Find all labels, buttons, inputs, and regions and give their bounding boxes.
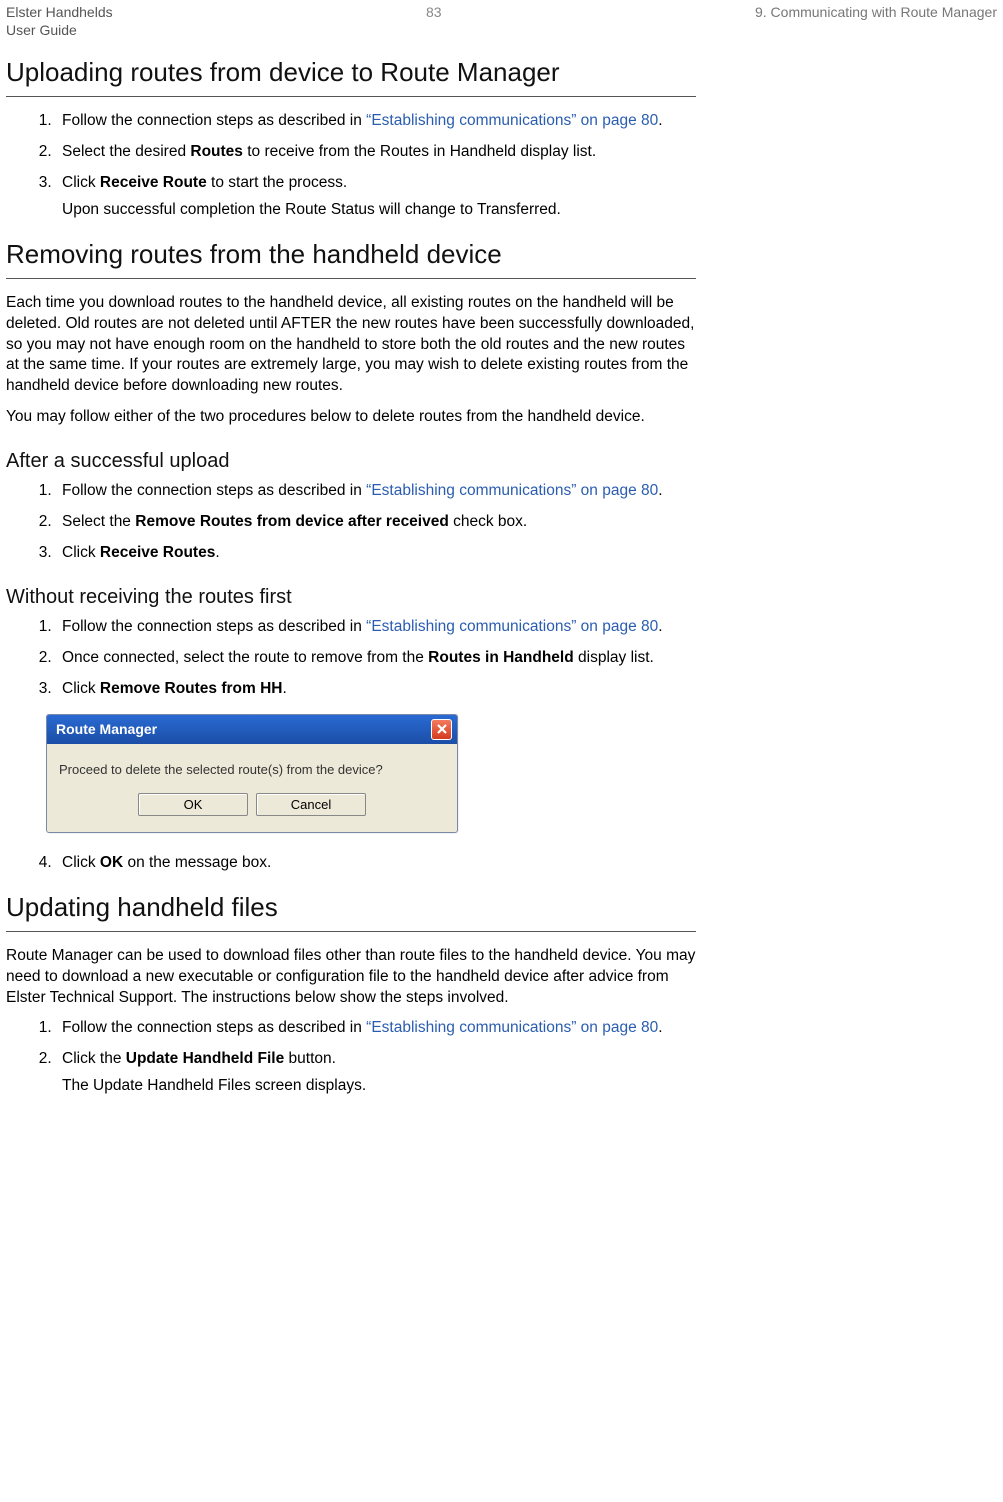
list-item: Click Remove Routes from HH. <box>56 679 696 700</box>
text: on the message box. <box>123 854 271 871</box>
text: . <box>658 618 662 635</box>
subsection-after-upload: After a successful upload <box>6 450 696 473</box>
bold-text: Routes in Handheld <box>428 649 574 666</box>
doc-title-1: Elster Handhelds <box>6 4 113 22</box>
close-button[interactable] <box>431 719 452 740</box>
list-item: Click Receive Routes. <box>56 543 696 564</box>
text: Follow the connection steps as described… <box>62 1019 366 1036</box>
section-title-uploading: Uploading routes from device to Route Ma… <box>6 57 696 88</box>
subsection-without-receiving: Without receiving the routes first <box>6 586 696 609</box>
list-item: Follow the connection steps as described… <box>56 1018 696 1039</box>
bold-text: Receive Routes <box>100 544 215 561</box>
doc-title-2: User Guide <box>6 22 113 40</box>
text: Click <box>62 854 100 871</box>
text: . <box>658 482 662 499</box>
text: Click the <box>62 1050 126 1067</box>
list-item: Click the Update Handheld File button. T… <box>56 1049 696 1097</box>
text: check box. <box>449 513 527 530</box>
list-item: Click Receive Route to start the process… <box>56 173 696 221</box>
text: Select the desired <box>62 143 190 160</box>
after-upload-steps: Follow the connection steps as described… <box>6 481 696 564</box>
list-item: Click OK on the message box. <box>56 853 696 874</box>
bold-text: Remove Routes from device after received <box>135 513 449 530</box>
chapter-title: 9. Communicating with Route Manager <box>755 4 997 20</box>
text: button. <box>284 1050 336 1067</box>
header-left: Elster Handhelds User Guide <box>6 4 113 39</box>
paragraph: Each time you download routes to the han… <box>6 293 696 398</box>
ok-button[interactable]: OK <box>138 793 248 816</box>
bold-text: Routes <box>190 143 243 160</box>
rule <box>6 96 696 97</box>
list-item: Select the desired Routes to receive fro… <box>56 142 696 163</box>
text: Select the <box>62 513 135 530</box>
text: Click <box>62 680 100 697</box>
xref-link[interactable]: “Establishing communications” on page 80 <box>366 1019 658 1036</box>
section-title-removing: Removing routes from the handheld device <box>6 239 696 270</box>
rule <box>6 278 696 279</box>
dialog-message: Proceed to delete the selected route(s) … <box>47 744 457 785</box>
text: Click <box>62 544 100 561</box>
paragraph: Route Manager can be used to download fi… <box>6 946 696 1009</box>
text: display list. <box>574 649 654 666</box>
page-header: Elster Handhelds User Guide 83 9. Commun… <box>6 4 997 39</box>
sub-paragraph: Upon successful completion the Route Sta… <box>62 200 696 221</box>
list-item: Select the Remove Routes from device aft… <box>56 512 696 533</box>
rule <box>6 931 696 932</box>
xref-link[interactable]: “Establishing communications” on page 80 <box>366 482 658 499</box>
without-receiving-steps-cont: Click OK on the message box. <box>6 853 696 874</box>
text: Click <box>62 174 100 191</box>
dialog-route-manager: Route Manager Proceed to delete the sele… <box>46 714 458 833</box>
cancel-button[interactable]: Cancel <box>256 793 366 816</box>
paragraph: You may follow either of the two procedu… <box>6 407 696 428</box>
text: to receive from the Routes in Handheld d… <box>243 143 596 160</box>
list-item: Follow the connection steps as described… <box>56 481 696 502</box>
text: Follow the connection steps as described… <box>62 482 366 499</box>
text: Follow the connection steps as described… <box>62 618 366 635</box>
uploading-steps: Follow the connection steps as described… <box>6 111 696 221</box>
dialog-button-row: OK Cancel <box>47 785 457 832</box>
page-number: 83 <box>426 4 442 20</box>
list-item: Follow the connection steps as described… <box>56 111 696 132</box>
bold-text: Update Handheld File <box>126 1050 284 1067</box>
text: to start the process. <box>207 174 347 191</box>
xref-link[interactable]: “Establishing communications” on page 80 <box>366 618 658 635</box>
text: . <box>658 112 662 129</box>
text: . <box>658 1019 662 1036</box>
text: . <box>215 544 219 561</box>
bold-text: Remove Routes from HH <box>100 680 283 697</box>
text: Once connected, select the route to remo… <box>62 649 428 666</box>
without-receiving-steps: Follow the connection steps as described… <box>6 617 696 700</box>
sub-paragraph: The Update Handheld Files screen display… <box>62 1076 696 1097</box>
list-item: Follow the connection steps as described… <box>56 617 696 638</box>
list-item: Once connected, select the route to remo… <box>56 648 696 669</box>
xref-link[interactable]: “Establishing communications” on page 80 <box>366 112 658 129</box>
text: . <box>282 680 286 697</box>
text: Follow the connection steps as described… <box>62 112 366 129</box>
section-title-updating: Updating handheld files <box>6 892 696 923</box>
dialog-title-text: Route Manager <box>56 721 157 737</box>
close-icon <box>436 723 448 735</box>
bold-text: Receive Route <box>100 174 207 191</box>
dialog-titlebar: Route Manager <box>47 715 457 744</box>
updating-steps: Follow the connection steps as described… <box>6 1018 696 1097</box>
bold-text: OK <box>100 854 123 871</box>
